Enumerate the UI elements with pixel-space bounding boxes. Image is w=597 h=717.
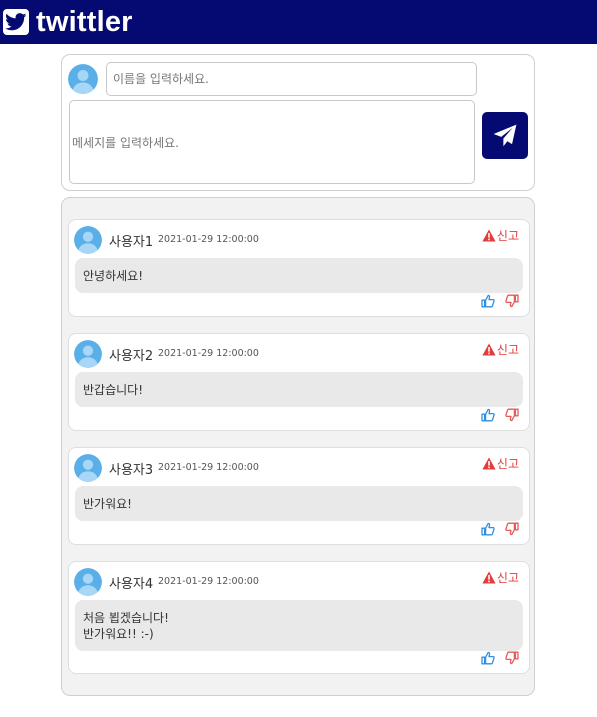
thumbs-up-icon: [481, 294, 495, 308]
tweet-username: 사용자2: [109, 349, 154, 364]
report-button[interactable]: 신고: [482, 569, 519, 586]
message-input[interactable]: [69, 100, 475, 184]
tweet-timestamp: 2021-01-29 12:00:00: [158, 234, 259, 245]
dislike-button[interactable]: [505, 293, 519, 312]
like-button[interactable]: [481, 521, 495, 540]
tweet-feed: 사용자1 2021-01-29 12:00:00 신고 안녕하세요! 사용자2 …: [61, 197, 535, 696]
like-button[interactable]: [481, 650, 495, 669]
app-title: twittler: [36, 5, 133, 38]
report-label: 신고: [496, 571, 519, 585]
tweet-message: 안녕하세요!: [75, 258, 523, 293]
dislike-button[interactable]: [505, 407, 519, 426]
tweet-timestamp: 2021-01-29 12:00:00: [158, 462, 259, 473]
report-label: 신고: [496, 457, 519, 471]
warning-triangle-icon: [482, 343, 496, 356]
thumbs-down-icon: [505, 651, 519, 665]
warning-triangle-icon: [482, 229, 496, 242]
thumbs-down-icon: [505, 522, 519, 536]
tweet-username: 사용자3: [109, 463, 154, 478]
tweet-timestamp: 2021-01-29 12:00:00: [158, 576, 259, 587]
thumbs-down-icon: [505, 408, 519, 422]
tweet-card: 사용자3 2021-01-29 12:00:00 신고 반가워요!: [68, 447, 530, 545]
tweet-username: 사용자1: [109, 235, 154, 250]
tweet-username: 사용자4: [109, 577, 154, 592]
thumbs-up-icon: [481, 408, 495, 422]
dislike-button[interactable]: [505, 521, 519, 540]
user-avatar-icon: [74, 226, 102, 254]
dislike-button[interactable]: [505, 650, 519, 669]
report-button[interactable]: 신고: [482, 227, 519, 244]
tweet-timestamp: 2021-01-29 12:00:00: [158, 348, 259, 359]
name-input[interactable]: [106, 62, 477, 96]
user-avatar-icon: [68, 64, 98, 94]
send-button[interactable]: [482, 112, 528, 159]
thumbs-down-icon: [505, 294, 519, 308]
tweet-card: 사용자1 2021-01-29 12:00:00 신고 안녕하세요!: [68, 219, 530, 317]
like-button[interactable]: [481, 293, 495, 312]
tweet-message: 반가워요!: [75, 486, 523, 521]
user-avatar-icon: [74, 340, 102, 368]
app-header: twittler: [0, 0, 597, 44]
tweet-card: 사용자2 2021-01-29 12:00:00 신고 반갑습니다!: [68, 333, 530, 431]
report-label: 신고: [496, 343, 519, 357]
warning-triangle-icon: [482, 571, 496, 584]
paper-plane-icon: [493, 124, 517, 146]
user-avatar-icon: [74, 568, 102, 596]
twitter-bird-icon: [3, 9, 29, 35]
compose-form: [61, 54, 535, 191]
report-button[interactable]: 신고: [482, 341, 519, 358]
warning-triangle-icon: [482, 457, 496, 470]
thumbs-up-icon: [481, 522, 495, 536]
user-avatar-icon: [74, 454, 102, 482]
tweet-message: 처음 뵙겠습니다! 반가워요!! :-): [75, 600, 523, 651]
report-label: 신고: [496, 229, 519, 243]
like-button[interactable]: [481, 407, 495, 426]
tweet-message: 반갑습니다!: [75, 372, 523, 407]
tweet-card: 사용자4 2021-01-29 12:00:00 신고 처음 뵙겠습니다! 반가…: [68, 561, 530, 674]
report-button[interactable]: 신고: [482, 455, 519, 472]
thumbs-up-icon: [481, 651, 495, 665]
